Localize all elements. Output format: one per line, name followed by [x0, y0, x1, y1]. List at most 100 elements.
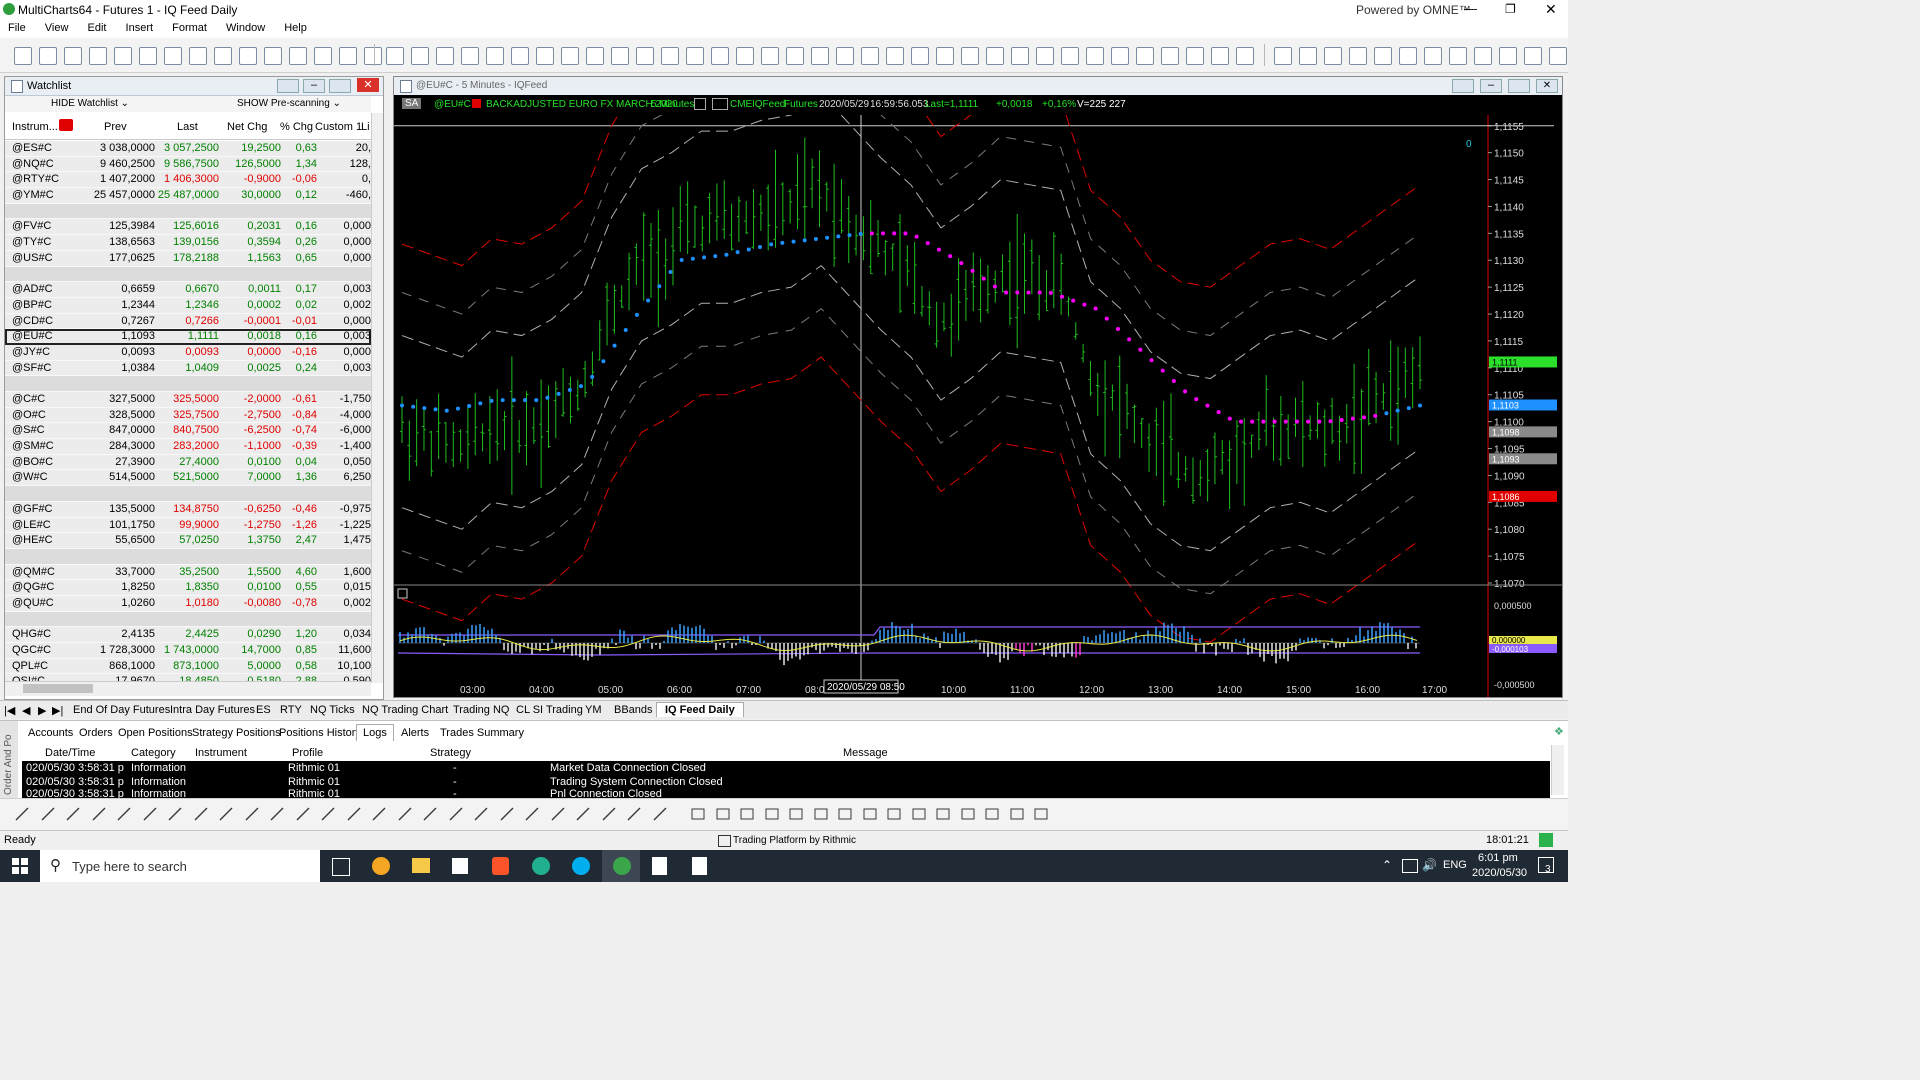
drawing-tool-icon[interactable] [764, 806, 780, 822]
toolbar-button-icon[interactable] [1136, 47, 1154, 65]
drawing-tool-icon[interactable] [601, 806, 617, 822]
tab-nav-next-icon[interactable]: ▶ [38, 704, 46, 717]
store-icon[interactable] [452, 858, 468, 874]
drawing-tool-icon[interactable] [371, 806, 387, 822]
menu-view[interactable]: View [37, 20, 77, 34]
watchlist-hscrollbar[interactable] [5, 681, 371, 696]
skype-icon[interactable] [572, 857, 590, 875]
watchlist-row[interactable] [5, 266, 371, 283]
log-col-profile[interactable]: Profile [292, 747, 323, 759]
drawing-tool-icon[interactable] [984, 806, 1000, 822]
document2-icon[interactable] [692, 857, 707, 875]
toolbar-button-icon[interactable] [1186, 47, 1204, 65]
toolbar-button-icon[interactable] [264, 47, 282, 65]
drawing-tool-icon[interactable] [652, 806, 668, 822]
log-col-datetime[interactable]: Date/Time [45, 747, 95, 759]
toolbar-button-icon[interactable] [1524, 47, 1542, 65]
watchlist-row[interactable]: @C#C 327,5000 325,5000 -2,0000 -0,61 -1,750 [5, 392, 371, 408]
toolbar-button-icon[interactable] [1236, 47, 1254, 65]
taskbar-clock[interactable]: 6:01 pm [1478, 852, 1518, 864]
menu-help[interactable]: Help [276, 20, 315, 34]
subtab-orders[interactable]: Orders [79, 727, 113, 739]
toolbar-button-icon[interactable] [686, 47, 704, 65]
watchlist-row[interactable]: @W#C 514,5000 521,5000 7,0000 1,36 6,250 [5, 470, 371, 487]
chart-settings-icon[interactable] [1452, 79, 1474, 93]
drawing-tool-icon[interactable] [886, 806, 902, 822]
hscroll-thumb[interactable] [23, 684, 93, 693]
watchlist-row[interactable]: @NQ#C 9 460,2500 9 586,7500 126,5000 1,34 128… [5, 156, 371, 173]
drawing-tool-icon[interactable] [1033, 806, 1049, 822]
toolbar-button-icon[interactable] [461, 47, 479, 65]
watchlist-row[interactable]: @O#C 328,5000 325,7500 -2,7500 -0,84 -4,000 [5, 407, 371, 424]
watchlist-row[interactable]: @CD#C 0,7267 0,7266 -0,0001 -0,01 0,000 [5, 313, 371, 330]
toolbar-button-icon[interactable] [1036, 47, 1054, 65]
menu-insert[interactable]: Insert [118, 20, 162, 34]
toolbar-button-icon[interactable] [314, 47, 332, 65]
file-explorer-icon[interactable] [412, 858, 430, 873]
chart-mode-badge[interactable]: SA [402, 98, 422, 109]
hide-watchlist-toggle[interactable]: HIDE Watchlist ⌄ [51, 98, 129, 109]
watchlist-row[interactable]: @ES#C 3 038,0000 3 057,2500 19,2500 0,63 20, [5, 141, 371, 157]
language-indicator[interactable]: ENG [1443, 859, 1467, 871]
drawing-tool-icon[interactable] [40, 806, 56, 822]
log-col-category[interactable]: Category [131, 747, 176, 759]
tab-nq-trading-chart[interactable]: NQ Trading Chart [362, 704, 448, 716]
drawing-tool-icon[interactable] [690, 806, 706, 822]
watchlist-row[interactable]: @HE#C 55,6500 57,0250 1,3750 2,47 1,475 [5, 533, 371, 549]
show-prescanning-toggle[interactable]: SHOW Pre-scanning ⌄ [237, 98, 341, 109]
log-row[interactable]: 020/05/30 3:58:31 p Information Rithmic … [22, 761, 1550, 775]
tab-trading-nq[interactable]: Trading NQ [453, 704, 509, 716]
watchlist-row[interactable]: @QM#C 33,7000 35,2500 1,5500 4,60 1,600 [5, 564, 371, 581]
drawing-tool-icon[interactable] [473, 806, 489, 822]
drawing-tool-icon[interactable] [813, 806, 829, 822]
tab-iq-feed-daily[interactable]: IQ Feed Daily [656, 702, 744, 717]
watchlist-row[interactable]: QGC#C 1 728,3000 1 743,0000 14,7000 0,85 11,6… [5, 643, 371, 659]
watchlist-row[interactable]: @GF#C 135,5000 134,8750 -0,6250 -0,46 -0,975 [5, 501, 371, 518]
add-symbol-icon[interactable] [59, 119, 73, 131]
toolbar-button-icon[interactable] [711, 47, 729, 65]
toolbar-button-icon[interactable] [611, 47, 629, 65]
toolbar-button-icon[interactable] [436, 47, 454, 65]
toolbar-button-icon[interactable] [511, 47, 529, 65]
panel-pin-icon[interactable]: ❖ [1554, 725, 1564, 738]
watchlist-row[interactable]: @AD#C 0,6659 0,6670 0,0011 0,17 0,003 [5, 282, 371, 298]
drawing-tool-icon[interactable] [862, 806, 878, 822]
toolbar-button-icon[interactable] [411, 47, 429, 65]
drawing-tool-icon[interactable] [715, 806, 731, 822]
watchlist-row[interactable]: QSI#C 17,9670 18,4850 0,5180 2,88 0,590 [5, 674, 371, 681]
subtab-strategy-positions[interactable]: Strategy Positions [192, 727, 281, 739]
toolbar-button-icon[interactable] [1061, 47, 1079, 65]
drawing-tool-icon[interactable] [960, 806, 976, 822]
watchlist-row[interactable]: @US#C 177,0625 178,2188 1,1563 0,65 0,000 [5, 250, 371, 267]
drawing-tool-icon[interactable] [295, 806, 311, 822]
watchlist-vscrollbar[interactable] [371, 113, 383, 683]
toolbar-button-icon[interactable] [139, 47, 157, 65]
chart-close-icon[interactable]: ✕ [1536, 79, 1558, 93]
tab-nav-first-icon[interactable]: |◀ [4, 704, 15, 717]
col-net-chg[interactable]: Net Chg [227, 121, 267, 133]
watchlist-row[interactable]: @QG#C 1,8250 1,8350 0,0100 0,55 0,015 [5, 580, 371, 596]
watchlist-row[interactable]: @BO#C 27,3900 27,4000 0,0100 0,04 0,050 [5, 454, 371, 471]
watchlist-row[interactable]: @EU#C 1,1093 1,1111 0,0018 0,16 0,003 [5, 329, 371, 345]
watchlist-row[interactable]: @LE#C 101,1750 99,9000 -1,2750 -1,26 -1,225 [5, 517, 371, 534]
drawing-tool-icon[interactable] [167, 806, 183, 822]
watchlist-row[interactable]: @RTY#C 1 407,2000 1 406,3000 -0,9000 -0,06 0, [5, 172, 371, 189]
tray-expand-icon[interactable]: ⌃ [1382, 858, 1392, 872]
watchlist-minimize-icon[interactable]: – [303, 79, 325, 93]
toolbar-button-icon[interactable] [1374, 47, 1392, 65]
watchlist-row[interactable] [5, 611, 371, 628]
toolbar-button-icon[interactable] [1449, 47, 1467, 65]
tab-es[interactable]: ES [256, 704, 271, 716]
watchlist-row[interactable]: @BP#C 1,2344 1,2346 0,0002 0,02 0,002 [5, 297, 371, 314]
watchlist-maximize-icon[interactable] [329, 79, 351, 93]
toolbar-button-icon[interactable] [1161, 47, 1179, 65]
toolbar-button-icon[interactable] [786, 47, 804, 65]
watchlist-row[interactable] [5, 376, 371, 392]
toolbar-button-icon[interactable] [1111, 47, 1129, 65]
drawing-tool-icon[interactable] [911, 806, 927, 822]
subtab-trades-summary[interactable]: Trades Summary [440, 727, 524, 739]
toolbar-button-icon[interactable] [1299, 47, 1317, 65]
task-view-icon[interactable] [332, 858, 350, 876]
toolbar-button-icon[interactable] [64, 47, 82, 65]
drawing-tool-icon[interactable] [218, 806, 234, 822]
